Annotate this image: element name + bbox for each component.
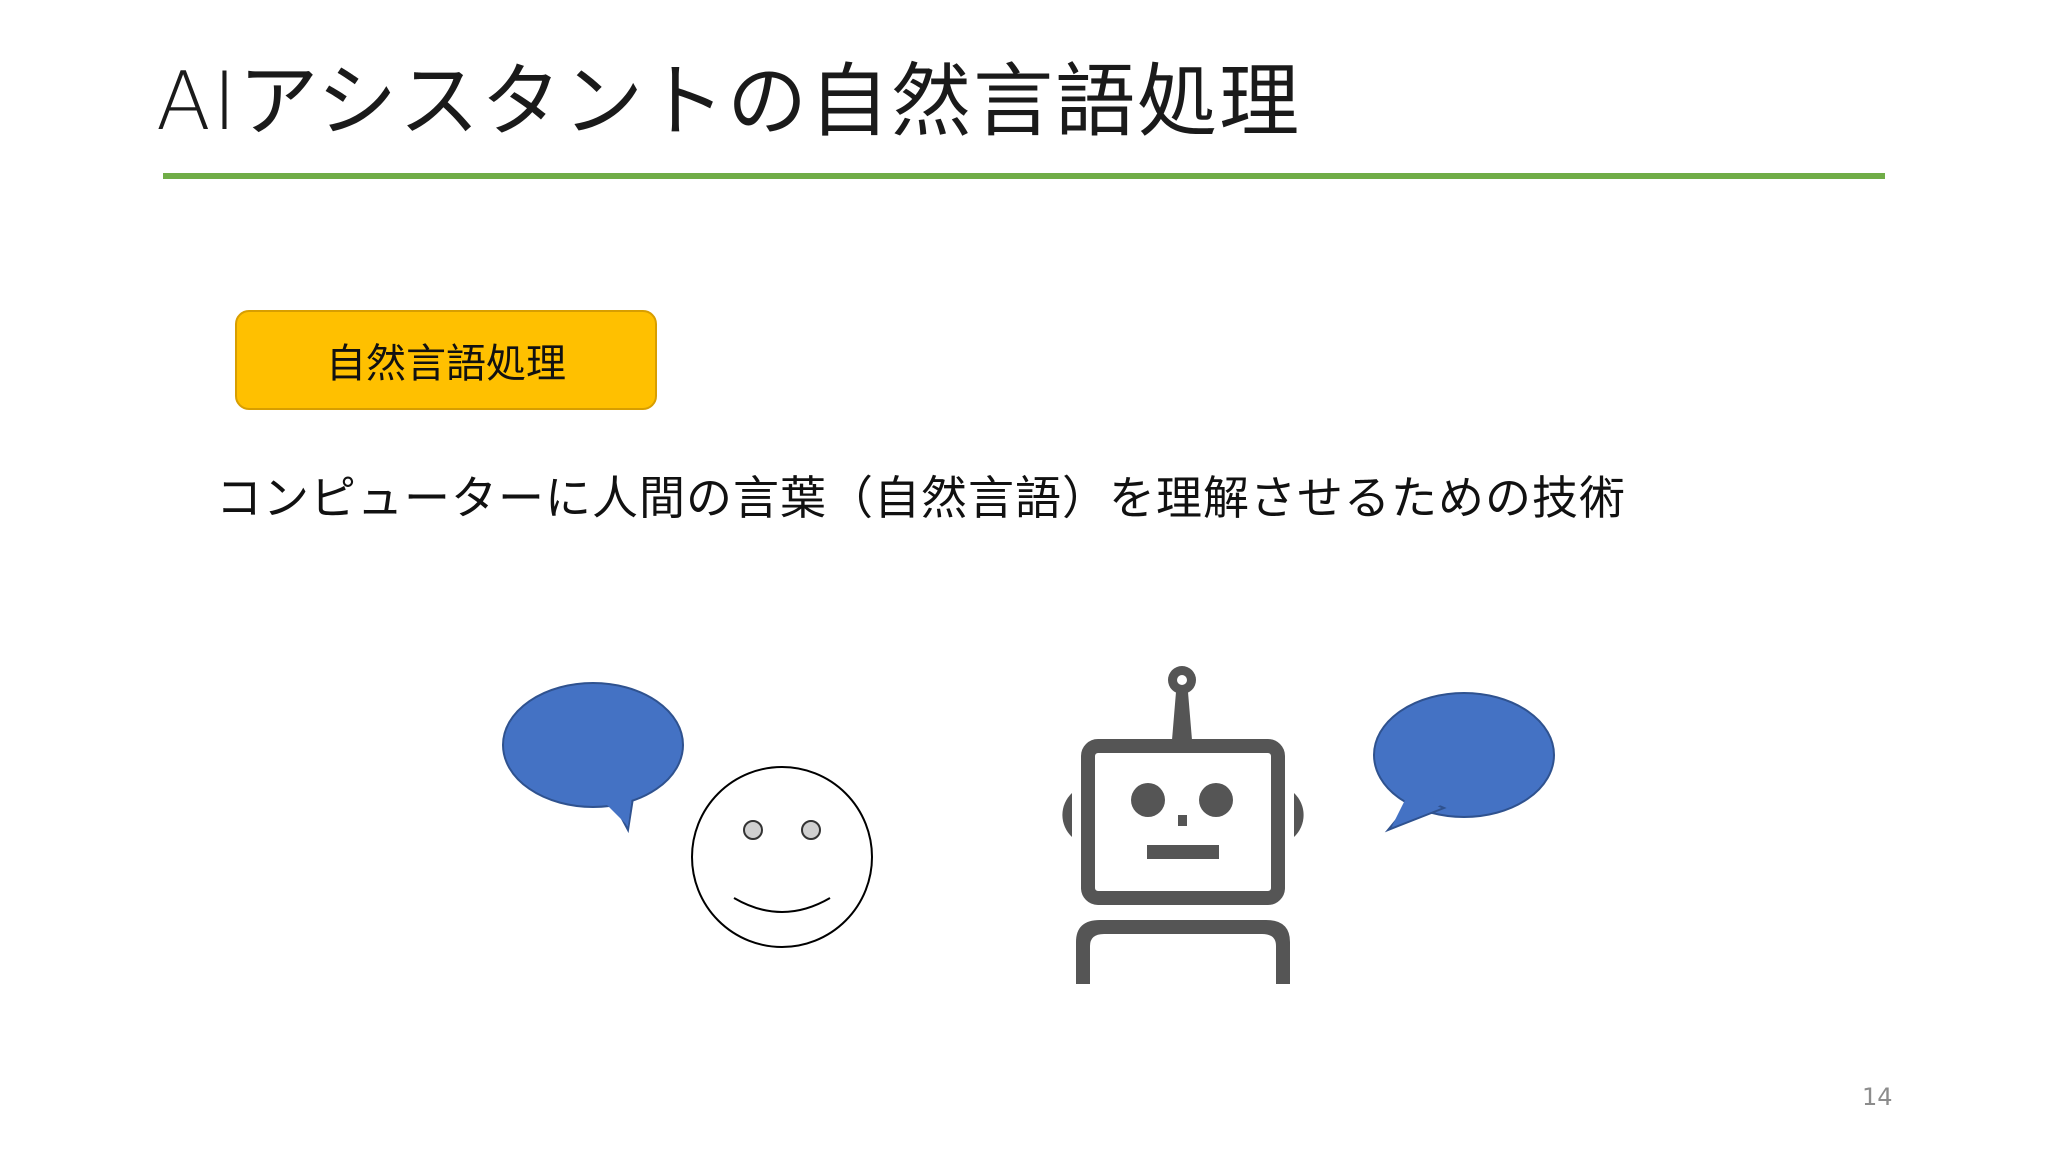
robot-speech-bubble-icon <box>1373 692 1555 833</box>
illustration <box>502 666 1555 984</box>
robot-icon <box>1062 666 1304 984</box>
page-number: 14 <box>1862 1083 1893 1111</box>
smiley-face-icon <box>691 766 873 948</box>
human-speech-bubble-icon <box>502 682 684 834</box>
